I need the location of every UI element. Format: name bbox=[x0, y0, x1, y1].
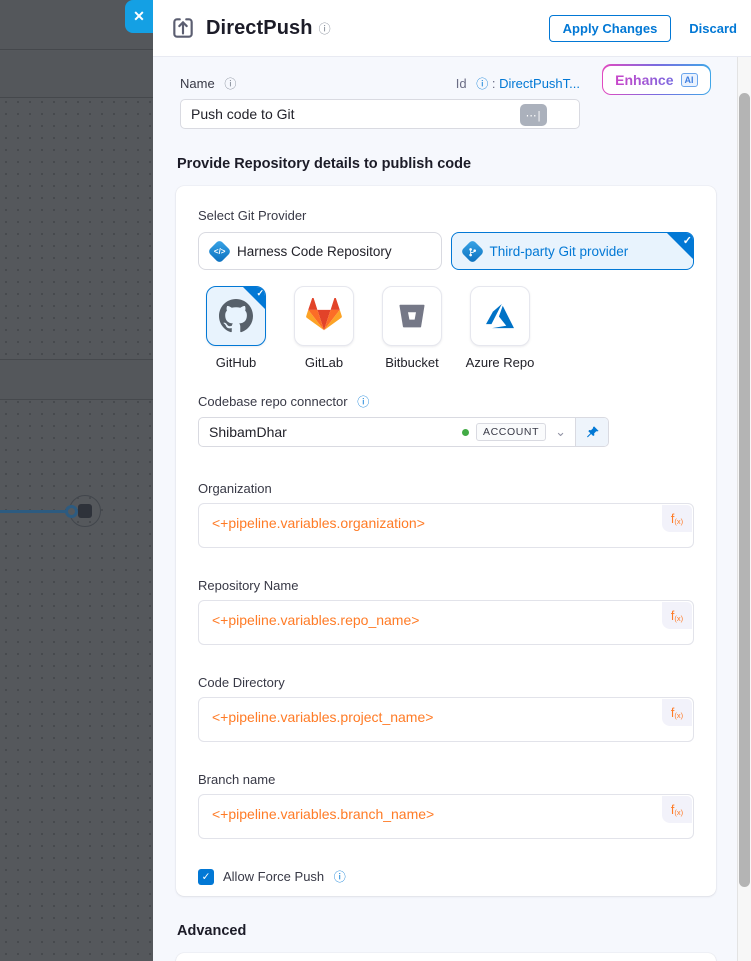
discard-button[interactable]: Discard bbox=[689, 21, 737, 36]
codebase-connector-input[interactable]: ShibamDhar ACCOUNT ⌄ bbox=[198, 417, 609, 447]
node-link-port bbox=[65, 505, 78, 518]
allow-force-push-row: ✓ Allow Force Push ⓘ bbox=[198, 868, 694, 885]
scrollbar-thumb[interactable] bbox=[739, 93, 750, 887]
pin-connector-button[interactable] bbox=[575, 418, 608, 446]
selected-check-corner: ✓ bbox=[667, 233, 693, 259]
expression-fx-icon[interactable]: f(x) bbox=[662, 699, 692, 726]
provider-type-options: </> Harness Code Repository T bbox=[198, 232, 694, 270]
option-harness-code-repository[interactable]: </> Harness Code Repository bbox=[198, 232, 442, 270]
tile-label-github: GitHub bbox=[216, 355, 256, 370]
tile-label-bitbucket: Bitbucket bbox=[385, 355, 438, 370]
form-content: Name ⓘ Id ⓘ : DirectPushT... Push code t… bbox=[153, 57, 737, 961]
git-branch-icon bbox=[460, 239, 484, 263]
direct-push-step-icon bbox=[170, 15, 196, 41]
gitlab-icon bbox=[306, 298, 342, 334]
name-section: Name ⓘ Id ⓘ : DirectPushT... Push code t… bbox=[180, 75, 580, 129]
git-provider-tiles: ✓ GitHub bbox=[206, 286, 694, 370]
expression-fx-icon[interactable]: f(x) bbox=[662, 796, 692, 823]
field-branch-name: Branch name <+pipeline.variables.branch_… bbox=[198, 772, 694, 839]
codebase-connector-label: Codebase repo connector ⓘ bbox=[198, 393, 694, 410]
select-git-provider-label: Select Git Provider bbox=[198, 208, 694, 223]
check-icon: ✓ bbox=[256, 288, 264, 299]
connector-scope-badge: ACCOUNT bbox=[476, 423, 546, 441]
allow-force-push-checkbox[interactable]: ✓ bbox=[198, 869, 214, 885]
option-third-party-git-provider[interactable]: Third-party Git provider ✓ bbox=[451, 232, 695, 270]
enhance-ai-button[interactable]: Enhance AI bbox=[602, 64, 711, 95]
code-directory-label: Code Directory bbox=[198, 675, 694, 690]
id-info-icon[interactable]: ⓘ bbox=[476, 77, 488, 91]
check-icon: ✓ bbox=[683, 234, 692, 247]
advanced-card[interactable] bbox=[176, 953, 716, 961]
allow-force-push-label: Allow Force Push ⓘ bbox=[223, 868, 346, 885]
tile-label-azure-repo: Azure Repo bbox=[466, 355, 535, 370]
branch-name-input[interactable]: <+pipeline.variables.branch_name> f(x) bbox=[198, 794, 694, 839]
canvas-toolbar-row bbox=[0, 51, 153, 98]
tile-bitbucket[interactable] bbox=[382, 286, 442, 346]
pin-icon bbox=[585, 425, 600, 440]
chevron-down-icon[interactable]: ⌄ bbox=[546, 424, 575, 440]
step-id: Id ⓘ : DirectPushT... bbox=[456, 75, 580, 92]
bitbucket-icon bbox=[397, 301, 427, 331]
organization-label: Organization bbox=[198, 481, 694, 496]
organization-input[interactable]: <+pipeline.variables.organization> f(x) bbox=[198, 503, 694, 548]
tile-azure-repo[interactable] bbox=[470, 286, 530, 346]
step-config-screen: ✕ DirectPush ⓘ Apply Changes Discard bbox=[0, 0, 751, 961]
field-repository-name: Repository Name <+pipeline.variables.rep… bbox=[198, 578, 694, 645]
tile-github[interactable]: ✓ bbox=[206, 286, 266, 346]
name-info-icon[interactable]: ⓘ bbox=[224, 77, 236, 91]
canvas-stage-band bbox=[0, 359, 153, 400]
field-organization: Organization <+pipeline.variables.organi… bbox=[198, 481, 694, 548]
close-icon: ✕ bbox=[133, 8, 145, 25]
branch-name-label: Branch name bbox=[198, 772, 694, 787]
harness-code-icon: </> bbox=[207, 239, 231, 263]
panel-header: DirectPush ⓘ Apply Changes Discard bbox=[153, 0, 751, 57]
repository-card: Select Git Provider </> Harness Code Rep… bbox=[176, 186, 716, 896]
check-icon: ✓ bbox=[202, 871, 211, 883]
id-value[interactable]: DirectPushT... bbox=[499, 76, 580, 91]
connector-status-dot bbox=[462, 429, 469, 436]
header-actions: Apply Changes Discard bbox=[549, 15, 737, 42]
advanced-section-heading: Advanced bbox=[177, 923, 737, 939]
field-code-directory: Code Directory <+pipeline.variables.proj… bbox=[198, 675, 694, 742]
pipeline-canvas[interactable]: ✕ bbox=[0, 0, 153, 961]
close-drawer-button[interactable]: ✕ bbox=[125, 0, 153, 33]
pipeline-edge-line bbox=[0, 510, 68, 513]
step-config-panel: DirectPush ⓘ Apply Changes Discard Name … bbox=[153, 0, 751, 961]
repository-name-label: Repository Name bbox=[198, 578, 694, 593]
ellipsis-cursor-icon[interactable]: ⋯| bbox=[520, 104, 547, 126]
step-title: DirectPush bbox=[206, 17, 313, 40]
ai-badge: AI bbox=[681, 73, 698, 87]
enhance-label: Enhance bbox=[615, 72, 673, 88]
tile-gitlab[interactable] bbox=[294, 286, 354, 346]
expression-fx-icon[interactable]: f(x) bbox=[662, 505, 692, 532]
tile-label-gitlab: GitLab bbox=[305, 355, 343, 370]
panel-scrollbar[interactable] bbox=[737, 57, 751, 961]
expression-fx-icon[interactable]: f(x) bbox=[662, 602, 692, 629]
name-label: Name ⓘ bbox=[180, 75, 236, 92]
azure-icon bbox=[484, 300, 516, 332]
stop-icon bbox=[78, 504, 92, 518]
step-info-icon[interactable]: ⓘ bbox=[319, 20, 331, 37]
name-input[interactable]: Push code to Git ⋯| bbox=[180, 99, 580, 129]
repository-section-heading: Provide Repository details to publish co… bbox=[177, 156, 737, 172]
apply-changes-button[interactable]: Apply Changes bbox=[549, 15, 672, 42]
force-push-info-icon[interactable]: ⓘ bbox=[334, 870, 346, 884]
code-directory-input[interactable]: <+pipeline.variables.project_name> f(x) bbox=[198, 697, 694, 742]
repository-name-input[interactable]: <+pipeline.variables.repo_name> f(x) bbox=[198, 600, 694, 645]
selected-check-corner: ✓ bbox=[243, 287, 265, 309]
connector-info-icon[interactable]: ⓘ bbox=[357, 395, 369, 409]
form-scroll-area: Name ⓘ Id ⓘ : DirectPushT... Push code t… bbox=[153, 57, 751, 961]
